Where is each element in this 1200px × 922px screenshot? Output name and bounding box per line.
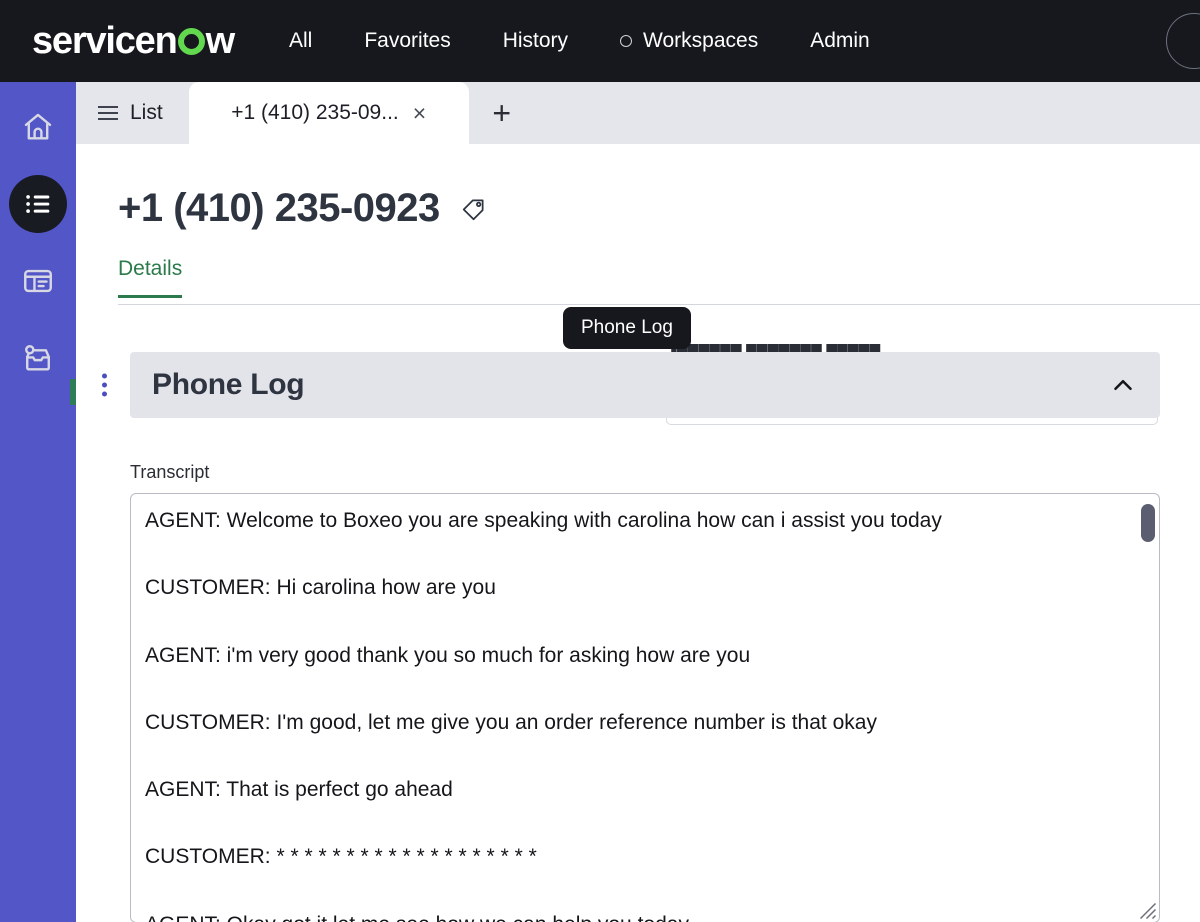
content-area: +1 (410) 235-0923 Details ▐██████ ██████… bbox=[76, 144, 1200, 922]
transcript-label: Transcript bbox=[130, 462, 210, 482]
top-navigation-bar: servicen w All Favorites History Workspac… bbox=[0, 0, 1200, 82]
chevron-up-icon[interactable] bbox=[1108, 370, 1138, 400]
transcript-line: CUSTOMER: * * * * * * * * * * * * * * * … bbox=[145, 845, 537, 869]
circle-icon bbox=[620, 35, 633, 47]
nav-item-workspaces-label: Workspaces bbox=[643, 29, 759, 52]
rail-item-dashboard[interactable] bbox=[9, 252, 67, 310]
transcript-content[interactable]: AGENT: Welcome to Boxeo you are speaking… bbox=[131, 494, 1159, 922]
tag-icon[interactable] bbox=[460, 195, 488, 223]
resize-grip-icon[interactable] bbox=[1139, 902, 1157, 920]
transcript-line: AGENT: That is perfect go ahead bbox=[145, 778, 453, 801]
nav-item-favorites-label: Favorites bbox=[364, 29, 451, 52]
phone-log-title: Phone Log bbox=[152, 368, 305, 401]
left-icon-rail bbox=[0, 82, 76, 922]
transcript-line: CUSTOMER: Hi carolina how are you bbox=[145, 576, 496, 600]
dashboard-icon bbox=[24, 269, 52, 293]
tab-list[interactable]: List bbox=[76, 82, 189, 144]
brand-text-post: w bbox=[205, 19, 236, 62]
nav-item-admin[interactable]: Admin bbox=[810, 29, 870, 53]
tab-details[interactable]: Details bbox=[118, 257, 183, 298]
tab-list-label: List bbox=[130, 101, 163, 124]
rail-item-list[interactable] bbox=[9, 175, 67, 233]
transcript-field: Transcript AGENT: Welcome to Boxeo you a… bbox=[130, 462, 1160, 922]
home-icon bbox=[24, 113, 52, 140]
brand-o-icon bbox=[177, 27, 205, 55]
transcript-line: CUSTOMER: I'm good, let me give you an o… bbox=[145, 710, 877, 734]
servicenow-logo[interactable]: servicen w bbox=[32, 19, 236, 63]
rail-item-inbox[interactable] bbox=[9, 329, 67, 387]
tab-strip: List +1 (410) 235-09... × + bbox=[76, 82, 1200, 144]
phone-log-panel-header[interactable]: Phone Log bbox=[102, 352, 1160, 418]
page-title: +1 (410) 235-0923 bbox=[118, 186, 440, 230]
nav-item-history-label: History bbox=[502, 29, 569, 52]
app-root: servicen w All Favorites History Workspac… bbox=[0, 0, 1200, 922]
nav-item-history[interactable]: History bbox=[503, 29, 568, 53]
tabs-divider bbox=[118, 304, 1200, 305]
rail-item-home[interactable] bbox=[9, 98, 67, 156]
record-header: +1 (410) 235-0923 bbox=[76, 144, 1200, 231]
scrollbar-track[interactable] bbox=[1141, 500, 1155, 918]
scrollbar-thumb[interactable] bbox=[1141, 504, 1155, 542]
nav-item-all[interactable]: All bbox=[289, 29, 312, 53]
nav-item-workspaces[interactable]: Workspaces bbox=[620, 29, 758, 53]
nav-links: All Favorites History Workspaces Admin bbox=[289, 29, 870, 53]
drag-handle-icon[interactable] bbox=[102, 373, 107, 397]
transcript-line: AGENT: Okay got it let me see how we can… bbox=[145, 912, 1119, 922]
nav-item-favorites[interactable]: Favorites bbox=[364, 29, 450, 53]
list-icon bbox=[26, 195, 50, 213]
phone-log-panel: Phone Log bbox=[102, 352, 1160, 418]
nav-item-admin-label: Admin bbox=[810, 29, 870, 52]
record-tabs: Details bbox=[76, 257, 1200, 305]
tooltip-phone-log: Phone Log bbox=[563, 307, 691, 349]
tab-phone-record[interactable]: +1 (410) 235-09... × bbox=[188, 82, 469, 144]
transcript-line: AGENT: i'm very good thank you so much f… bbox=[145, 643, 751, 667]
transcript-line: AGENT: Welcome to Boxeo you are speaking… bbox=[145, 509, 942, 532]
nav-item-all-label: All bbox=[289, 29, 313, 52]
avatar[interactable] bbox=[1166, 13, 1200, 69]
brand-text-pre: servicen bbox=[32, 19, 178, 62]
close-icon[interactable]: × bbox=[413, 101, 426, 125]
new-tab-button[interactable]: + bbox=[469, 82, 535, 144]
hamburger-icon bbox=[98, 105, 118, 121]
inbox-icon bbox=[25, 345, 50, 371]
transcript-textarea[interactable]: AGENT: Welcome to Boxeo you are speaking… bbox=[130, 493, 1160, 922]
tab-phone-record-label: +1 (410) 235-09... bbox=[231, 101, 399, 124]
